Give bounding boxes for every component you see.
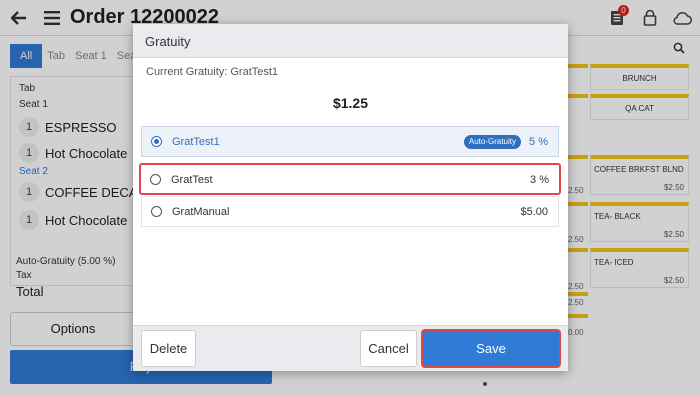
- gratuity-option-value: $5.00: [520, 206, 548, 218]
- dialog-header: Gratuity: [133, 24, 568, 58]
- save-button[interactable]: Save: [421, 329, 561, 368]
- gratuity-option-name: GratTest: [171, 174, 213, 186]
- gratuity-amount: $1.25: [332, 95, 369, 111]
- auto-gratuity-badge: Auto-Gratuity: [463, 135, 521, 149]
- current-gratuity-label: Current Gratuity: GratTest1: [146, 66, 279, 78]
- dialog-footer: Delete Cancel Save: [133, 325, 568, 371]
- gratuity-option-gratmanual[interactable]: GratManual $5.00: [141, 196, 559, 227]
- delete-button[interactable]: Delete: [141, 330, 196, 367]
- gratuity-option-name: GratTest1: [172, 136, 220, 148]
- gratuity-option-grattest[interactable]: GratTest 3 %: [139, 163, 561, 195]
- gratuity-option-value: 5 %: [529, 136, 548, 148]
- gratuity-option-grattest1[interactable]: GratTest1 Auto-Gratuity 5 %: [141, 126, 559, 157]
- gratuity-option-name: GratManual: [172, 206, 230, 218]
- radio-button[interactable]: [151, 206, 162, 217]
- cancel-button[interactable]: Cancel: [360, 330, 417, 367]
- gratuity-dialog: Gratuity Current Gratuity: GratTest1 $1.…: [133, 24, 568, 371]
- gratuity-option-value: 3 %: [530, 174, 549, 186]
- radio-button[interactable]: [150, 174, 161, 185]
- dialog-title: Gratuity: [145, 34, 191, 49]
- radio-button[interactable]: [151, 136, 162, 147]
